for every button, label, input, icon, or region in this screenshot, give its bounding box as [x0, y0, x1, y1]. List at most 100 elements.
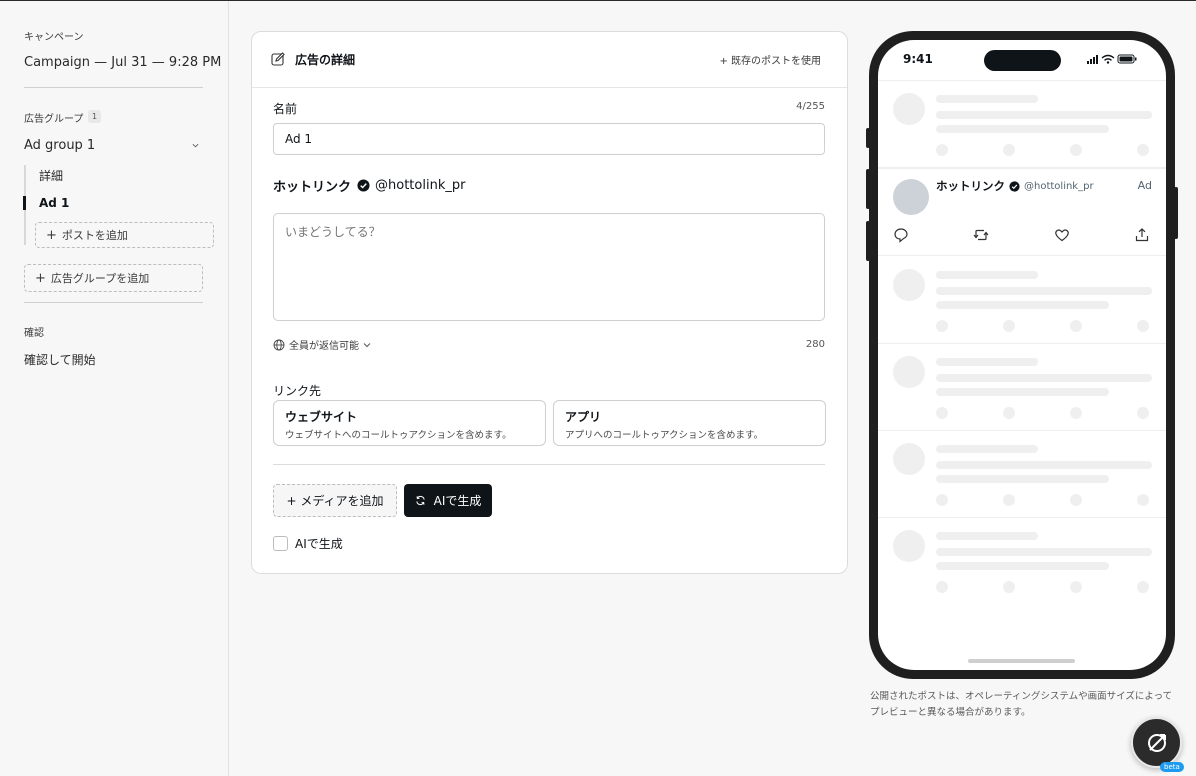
assistant-fab-button[interactable]	[1131, 717, 1182, 768]
skeleton-bar	[936, 301, 1109, 309]
add-post-button[interactable]: + ポストを追加	[35, 222, 214, 248]
card-header: 広告の詳細 + 既存のポストを使用	[252, 32, 847, 88]
skeleton-bar	[936, 358, 1038, 366]
skeleton-bar	[936, 374, 1152, 382]
skeleton-bar	[936, 111, 1152, 119]
skeleton-dot	[1003, 320, 1015, 332]
adgroup-section-label: 広告グループ	[24, 114, 84, 125]
skeleton-dot	[1137, 144, 1149, 156]
skeleton-dot	[1003, 494, 1015, 506]
skeleton-bar	[936, 548, 1152, 556]
name-char-count: 4/255	[796, 101, 825, 112]
skeleton-post	[878, 344, 1166, 431]
skeleton-dot	[1003, 581, 1015, 593]
ai-generate-checkbox-row[interactable]: AIで生成	[273, 535, 343, 552]
add-adgroup-button[interactable]: + 広告グループを追加	[24, 264, 203, 292]
ai-generate-label: AIで生成	[433, 494, 482, 508]
link-destination-label: リンク先	[273, 384, 322, 398]
plus-icon: +	[46, 227, 57, 243]
use-existing-post-button[interactable]: + 既存のポストを使用	[719, 52, 821, 67]
beta-badge: beta	[1160, 762, 1184, 772]
ai-generate-checkbox-label: AIで生成	[295, 537, 343, 551]
ai-generate-button[interactable]: AIで生成	[404, 484, 492, 517]
skeleton-dot	[936, 320, 948, 332]
reply-setting-label: 全員が返信可能	[289, 341, 359, 352]
skeleton-dot	[1070, 144, 1082, 156]
sidebar-item-ad1[interactable]: Ad 1	[39, 196, 69, 210]
skeleton-avatar	[893, 356, 925, 388]
skeleton-dot	[936, 494, 948, 506]
phone-preview: 9:41 ホットリンク @hottolink_pr Ad	[869, 31, 1175, 679]
skeleton-bar	[936, 271, 1038, 279]
skeleton-dot	[1070, 494, 1082, 506]
globe-icon	[273, 339, 285, 350]
skeleton-bar	[936, 388, 1109, 396]
like-icon	[1055, 229, 1069, 242]
sidebar-divider	[24, 302, 203, 303]
skeleton-bar	[936, 461, 1152, 469]
skeleton-dot	[1070, 407, 1082, 419]
chevron-down-icon	[363, 342, 371, 347]
skeleton-dot	[1003, 407, 1015, 419]
post-text-input[interactable]	[273, 213, 825, 321]
home-indicator	[968, 659, 1075, 663]
link-option-title: アプリ	[565, 410, 602, 424]
confirm-section-label: 確認	[24, 328, 44, 339]
skeleton-bar	[936, 445, 1038, 453]
campaign-section-label: キャンペーン	[24, 32, 84, 43]
reply-icon	[894, 228, 908, 243]
edit-icon	[271, 52, 285, 66]
post-account-name: ホットリンク	[936, 179, 1005, 193]
skeleton-dot	[1070, 581, 1082, 593]
account-name: ホットリンク	[273, 180, 352, 195]
status-time: 9:41	[903, 52, 933, 66]
skeleton-dot	[1070, 320, 1082, 332]
sidebar-item-campaign[interactable]: Campaign — Jul 31 — 9:28 PM	[24, 55, 221, 70]
link-option-website[interactable]: ウェブサイト ウェブサイトへのコールトゥアクションを含めます。	[273, 400, 546, 446]
verified-badge-icon	[357, 179, 370, 192]
account-line: ホットリンク @hottolink_pr	[273, 176, 465, 195]
skeleton-post	[878, 257, 1166, 344]
skeleton-dot	[1137, 320, 1149, 332]
refresh-icon	[415, 495, 425, 506]
tree-active-indicator	[23, 196, 26, 210]
name-input[interactable]: Ad 1	[273, 123, 825, 155]
name-label: 名前	[273, 102, 298, 116]
adgroup-count-badge: 1	[88, 110, 101, 123]
sidebar: キャンペーン Campaign — Jul 31 — 9:28 PM 広告グルー…	[0, 1, 229, 776]
plus-icon: +	[35, 270, 46, 286]
add-media-button[interactable]: + メディアを追加	[273, 484, 397, 517]
skeleton-dot	[1137, 581, 1149, 593]
skeleton-dot	[936, 144, 948, 156]
link-option-app[interactable]: アプリ アプリへのコールトゥアクションを含めます。	[553, 400, 826, 446]
skeleton-avatar	[893, 93, 925, 125]
share-icon	[1135, 228, 1149, 242]
sidebar-divider	[24, 87, 203, 88]
preview-disclaimer: 公開されたポストは、オペレーティングシステムや画面サイズによってプレビューと異な…	[870, 691, 1173, 718]
sidebar-item-details[interactable]: 詳細	[39, 167, 63, 184]
verified-badge-icon	[1009, 180, 1020, 192]
link-option-desc: ウェブサイトへのコールトゥアクションを含めます。	[285, 430, 512, 441]
skeleton-post	[878, 81, 1166, 168]
skeleton-dot	[936, 581, 948, 593]
skeleton-post	[878, 518, 1166, 605]
phone-screen: 9:41 ホットリンク @hottolink_pr Ad	[878, 40, 1166, 670]
chevron-down-icon[interactable]	[192, 142, 199, 149]
skeleton-bar	[936, 532, 1038, 540]
reply-setting-dropdown[interactable]: 全員が返信可能	[273, 337, 376, 352]
add-adgroup-label: 広告グループを追加	[50, 272, 150, 285]
skeleton-post	[878, 431, 1166, 518]
skeleton-dot	[1137, 407, 1149, 419]
skeleton-bar	[936, 475, 1109, 483]
skeleton-bar	[936, 287, 1152, 295]
repost-icon	[973, 229, 989, 241]
ai-generate-checkbox[interactable]	[273, 536, 288, 551]
assistant-icon	[1147, 733, 1166, 752]
skeleton-dot	[1003, 144, 1015, 156]
skeleton-avatar	[893, 530, 925, 562]
ad-details-card: 広告の詳細 + 既存のポストを使用 名前 4/255 Ad 1 ホットリンク @…	[251, 31, 848, 574]
skeleton-avatar	[893, 269, 925, 301]
sidebar-item-adgroup[interactable]: Ad group 1	[24, 138, 204, 153]
sidebar-item-review-launch[interactable]: 確認して開始	[24, 351, 96, 368]
post-account-handle: @hottolink_pr	[1024, 180, 1094, 192]
